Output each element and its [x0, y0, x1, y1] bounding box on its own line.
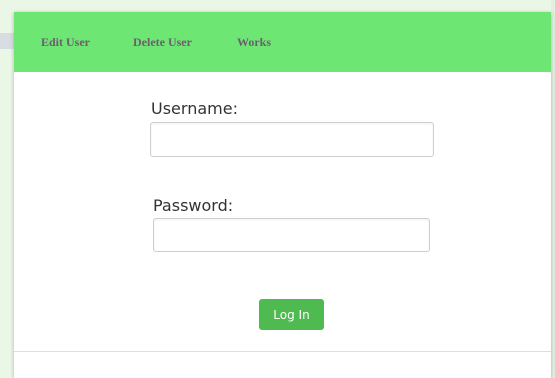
login-button[interactable]: Log In [259, 299, 324, 330]
login-card: Edit User Delete User Works Username: Pa… [14, 12, 551, 378]
password-label: Password: [153, 196, 234, 215]
top-navbar: Edit User Delete User Works [14, 12, 551, 72]
footer-divider [14, 351, 551, 352]
nav-edit-user[interactable]: Edit User [41, 35, 90, 50]
nav-works[interactable]: Works [237, 35, 271, 50]
username-label: Username: [151, 99, 238, 118]
username-input[interactable] [150, 122, 434, 157]
right-edge-strip [551, 0, 555, 378]
password-input[interactable] [153, 218, 430, 252]
nav-delete-user[interactable]: Delete User [133, 35, 192, 50]
background-strip [0, 33, 14, 49]
